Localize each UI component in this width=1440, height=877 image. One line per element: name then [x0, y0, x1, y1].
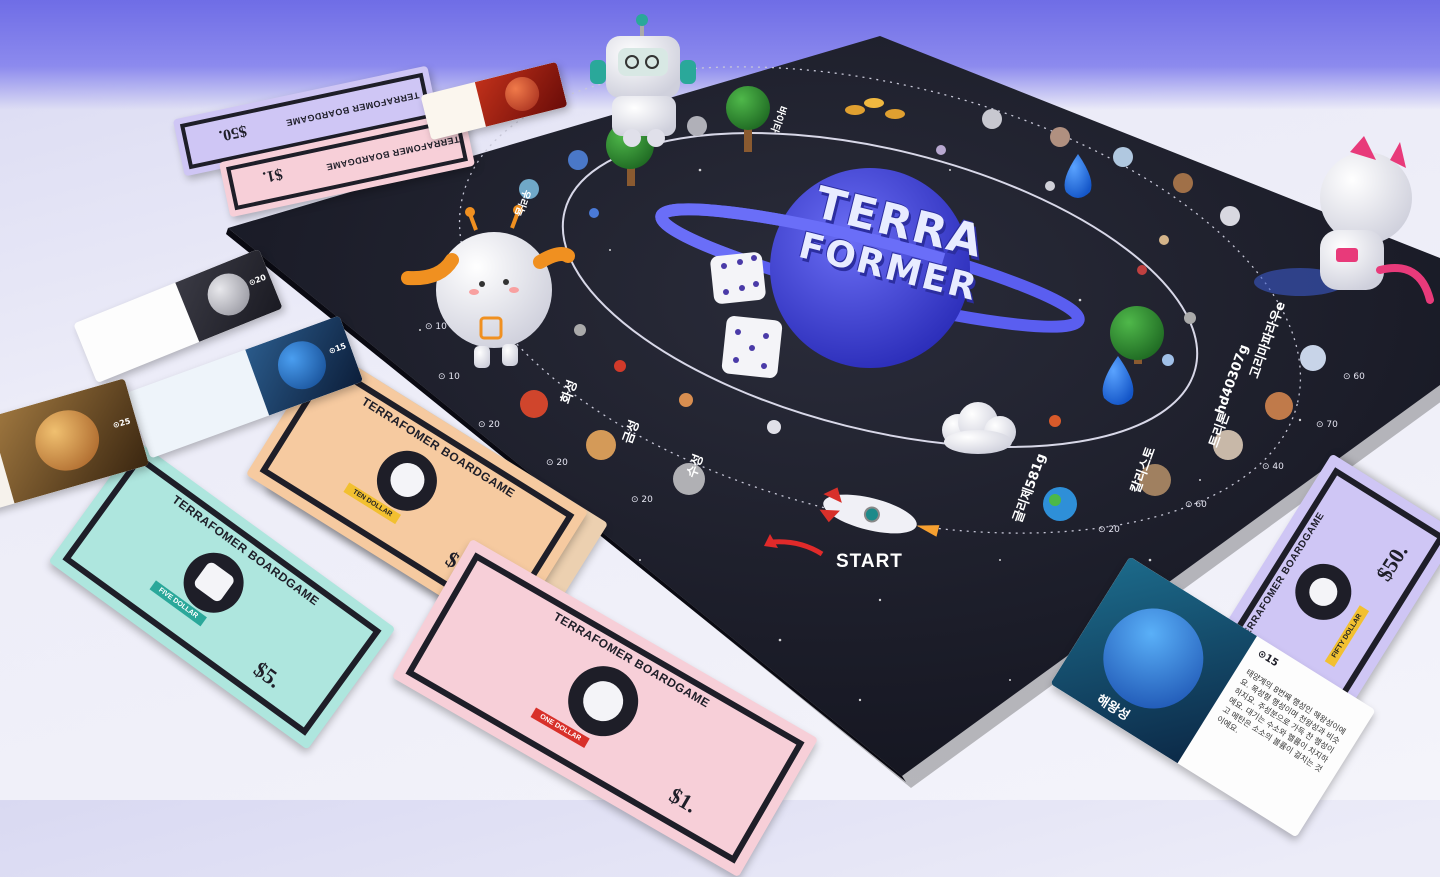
cat-character-icon [1320, 136, 1434, 304]
space-number: ⊙ 10 [438, 372, 460, 382]
planet-mars [520, 390, 548, 418]
space-number: ⊙ 20 [631, 495, 653, 505]
planet-venus [586, 430, 616, 460]
card-price: ⊙15 [1255, 648, 1281, 670]
space-number: ⊙ 60 [1343, 372, 1365, 382]
planet-kepler [1300, 345, 1326, 371]
planet-hd [1265, 392, 1293, 420]
space-number: ⊙ 60 [1185, 500, 1207, 510]
space-number: ⊙ 70 [1316, 420, 1338, 430]
space-number: ⊙ 10 [425, 322, 447, 332]
space-number: ⊙ 20 [478, 420, 500, 430]
start-label: START [836, 551, 903, 572]
card-description: 태양계의 8번째 행성인 해왕성이에요. 목성형 행성이며 천왕성과 비슷하지요… [1215, 667, 1348, 774]
space-number: ⊙ 20 [1098, 525, 1120, 535]
space-number: ⊙ 40 [1262, 462, 1284, 472]
space-number: ⊙ 20 [546, 458, 568, 468]
planet-gliese [1043, 487, 1077, 521]
